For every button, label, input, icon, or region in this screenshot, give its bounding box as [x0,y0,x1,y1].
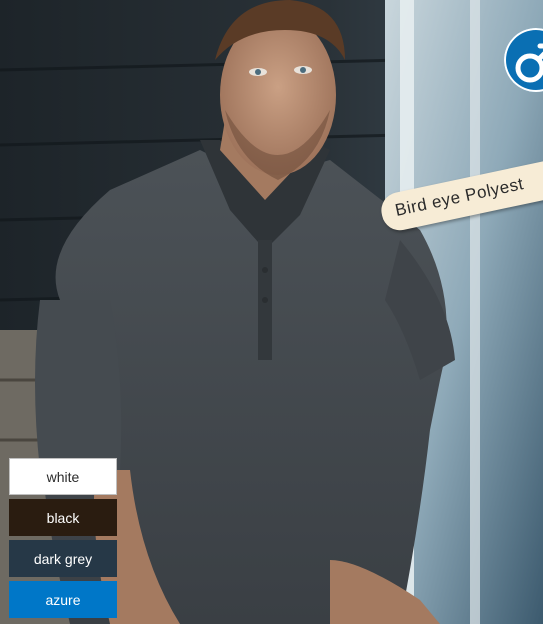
color-swatch-white[interactable]: white [9,458,117,495]
male-symbol-icon [515,43,543,83]
color-swatch-list: white black dark grey azure [9,458,117,622]
color-swatch-label: black [46,509,80,526]
color-swatch-azure[interactable]: azure [9,581,117,618]
color-swatch-black[interactable]: black [9,499,117,536]
color-swatch-dark-grey[interactable]: dark grey [9,540,117,577]
product-photo-frame: Bird eye Polyest white black dark grey a… [0,0,543,624]
color-swatch-label: azure [45,591,81,608]
color-swatch-label: dark grey [33,550,93,567]
color-swatch-label: white [46,468,80,485]
